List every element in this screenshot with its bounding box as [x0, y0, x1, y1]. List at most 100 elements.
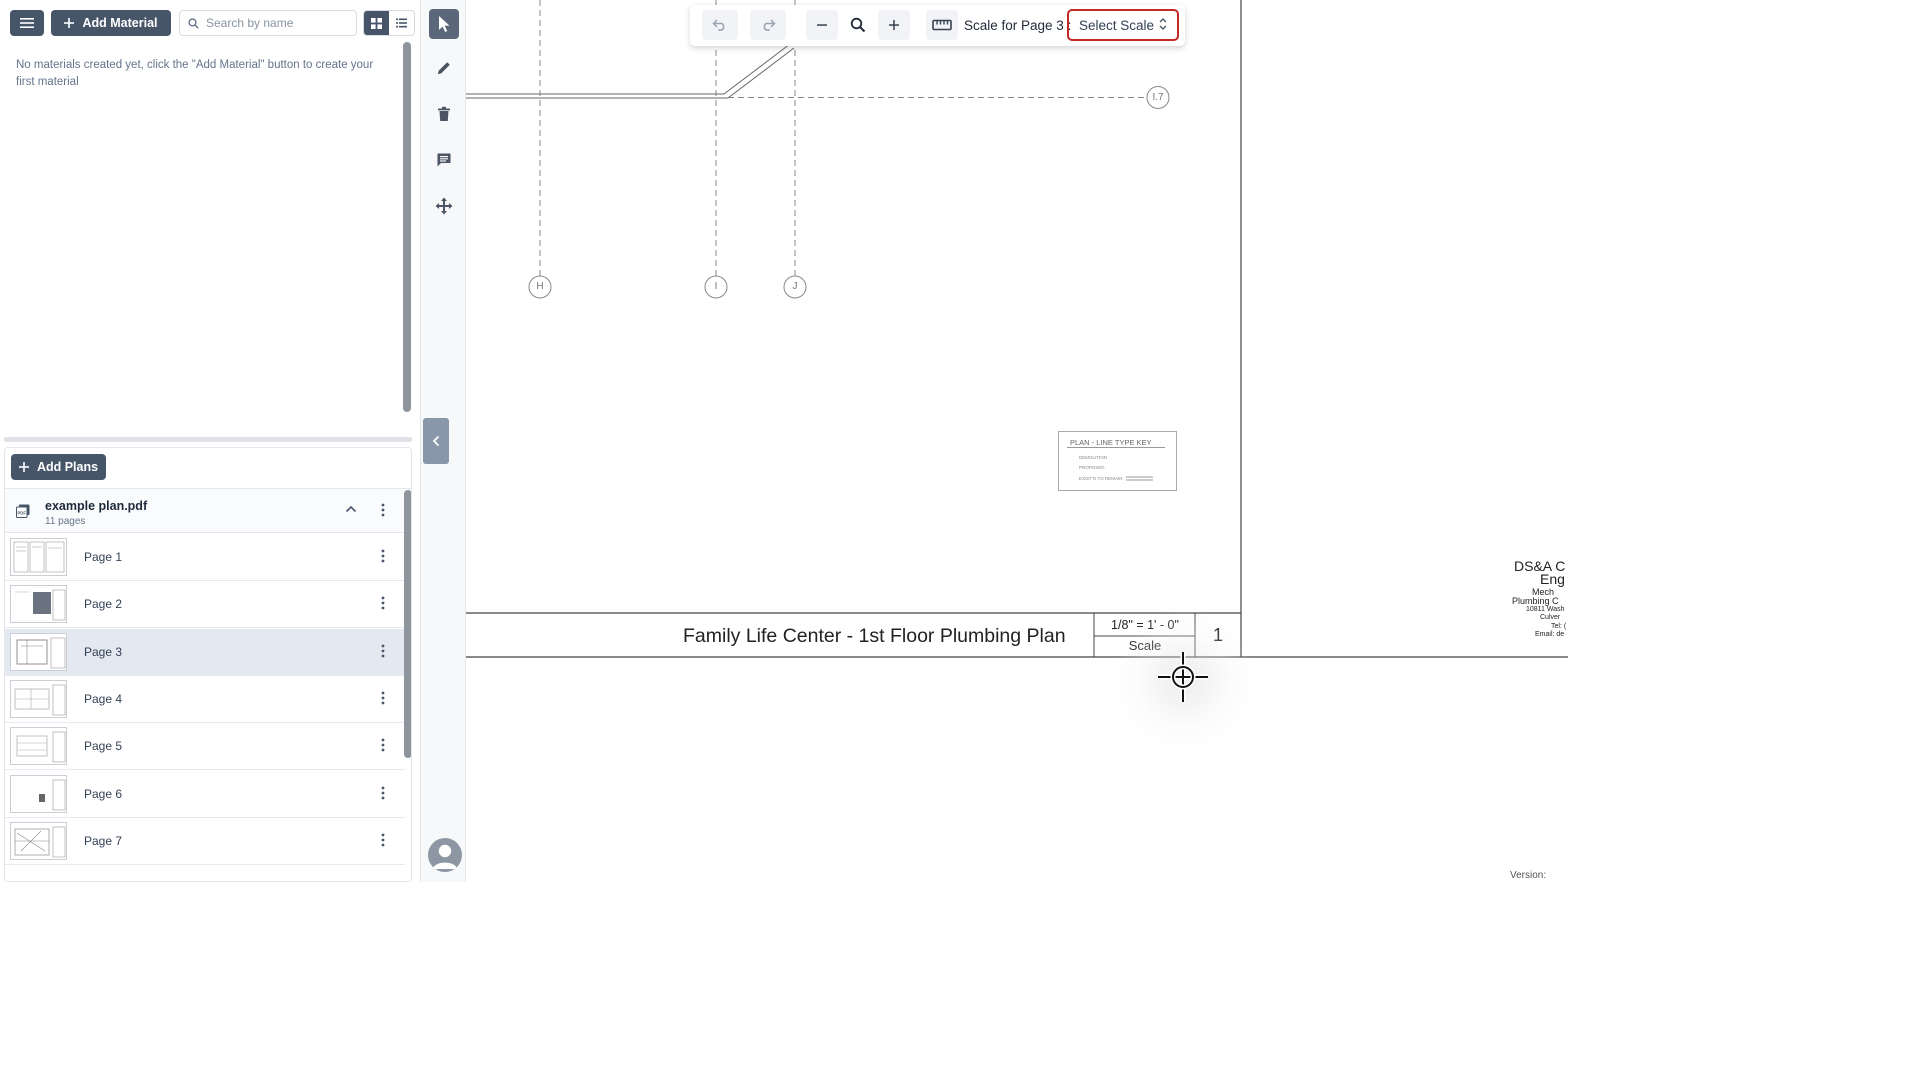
- plus-icon: [18, 462, 29, 472]
- select-tool-button[interactable]: [429, 9, 459, 39]
- line-type-legend: PLAN - LINE TYPE KEY DEMOLITION PROPOSED…: [1058, 431, 1177, 491]
- plus-icon: [889, 20, 899, 30]
- crosshair-cursor-icon: [1158, 652, 1208, 702]
- firm-line: Tel: (: [1551, 623, 1567, 630]
- plus-icon: [64, 18, 75, 28]
- panel-resize-handle[interactable]: [4, 437, 412, 442]
- firm-line: Culver: [1540, 614, 1561, 621]
- scale-select-value: Select Scale: [1079, 17, 1155, 33]
- more-vertical-icon[interactable]: [381, 833, 385, 847]
- search-box[interactable]: [179, 10, 357, 36]
- trash-icon: [438, 106, 450, 121]
- more-vertical-icon[interactable]: [381, 503, 385, 517]
- page-list-item[interactable]: Page 6: [5, 770, 405, 818]
- zoom-in-button[interactable]: [878, 10, 910, 40]
- materials-toolbar: Add Material: [10, 10, 415, 36]
- page-label: Page 6: [84, 786, 123, 801]
- move-tool-button[interactable]: [429, 191, 459, 221]
- search-input[interactable]: [206, 16, 356, 30]
- search-icon: [188, 17, 199, 29]
- legend-item: DEMOLITION: [1079, 455, 1108, 460]
- canvas-toolbar: Scale for Page 3 : Select Scale: [690, 5, 1185, 46]
- page-list-item[interactable]: Page 7: [5, 817, 405, 865]
- plan-canvas[interactable]: I.7 H I J PLAN - LINE TYPE KEY DEMOLITIO…: [466, 0, 1568, 882]
- legend-item: EXIST'G TO REMAIN: [1079, 476, 1123, 481]
- page-thumbnail: [10, 632, 67, 671]
- page-label: Page 1: [84, 550, 123, 564]
- list-icon: [396, 18, 407, 28]
- menu-button[interactable]: [10, 10, 44, 36]
- collapse-panel-button[interactable]: [423, 418, 449, 464]
- comment-tool-button[interactable]: [429, 145, 459, 175]
- scale-select[interactable]: Select Scale: [1067, 9, 1179, 41]
- user-avatar[interactable]: [428, 838, 462, 872]
- delete-tool-button[interactable]: [429, 99, 459, 129]
- pencil-icon: [438, 62, 450, 74]
- page-list-item[interactable]: Page 3: [5, 628, 405, 676]
- magnifier-icon: [850, 17, 866, 33]
- plans-scrollbar[interactable]: [404, 490, 411, 758]
- page-label: Page 4: [84, 691, 123, 706]
- list-view-toggle[interactable]: [389, 11, 414, 35]
- minus-icon: [817, 24, 827, 26]
- more-vertical-icon[interactable]: [381, 549, 385, 563]
- legend-title: PLAN - LINE TYPE KEY: [1070, 438, 1152, 447]
- page-thumbnail: [10, 727, 67, 766]
- page-list-item[interactable]: Page 5: [5, 723, 405, 771]
- scale-ruler-button[interactable]: [926, 10, 958, 40]
- page-thumbnail: [10, 538, 67, 576]
- more-vertical-icon[interactable]: [381, 786, 385, 800]
- add-plans-button[interactable]: Add Plans: [11, 454, 106, 480]
- zoom-reset-button[interactable]: [842, 10, 874, 40]
- more-vertical-icon[interactable]: [381, 691, 385, 705]
- plans-section: Add Plans PDF example plan.pdf 11 pages …: [4, 447, 412, 882]
- firm-line: Email: de: [1535, 631, 1565, 638]
- undo-button[interactable]: [702, 10, 738, 40]
- page-label: Page 5: [84, 739, 123, 754]
- pdf-file-name: example plan.pdf: [45, 499, 148, 513]
- page-label: Page 3: [84, 644, 123, 659]
- page-list-item[interactable]: Page 4: [5, 675, 405, 723]
- chevron-left-icon: [432, 435, 440, 447]
- grid-bubble-label: I.7: [1152, 92, 1164, 103]
- chevron-up-down-icon: [1159, 18, 1167, 30]
- more-vertical-icon[interactable]: [381, 644, 385, 658]
- user-icon: [433, 844, 457, 869]
- undo-icon: [712, 19, 725, 31]
- pdf-file-icon: PDF: [16, 504, 30, 518]
- grid-bubble-label: J: [792, 281, 798, 292]
- redo-button[interactable]: [750, 10, 786, 40]
- firm-line: Plumbing C: [1512, 596, 1559, 606]
- select-tool-icon: [439, 16, 450, 32]
- grid-icon: [371, 17, 382, 29]
- page-list-item[interactable]: Page 2: [5, 581, 405, 629]
- page-thumbnail: [10, 774, 67, 813]
- add-material-label: Add Material: [82, 16, 158, 30]
- materials-scrollbar[interactable]: [403, 42, 411, 412]
- svg-text:PDF: PDF: [18, 511, 27, 516]
- grid-view-toggle[interactable]: [364, 11, 389, 35]
- more-vertical-icon[interactable]: [381, 596, 385, 610]
- page-thumbnail: [10, 679, 67, 718]
- pdf-page-count: 11 pages: [45, 516, 86, 527]
- move-icon: [435, 197, 453, 215]
- version-text: Version: 1.1.0: [1510, 870, 1547, 882]
- plan-drawing: [466, 0, 1568, 658]
- more-vertical-icon[interactable]: [381, 738, 385, 752]
- page-thumbnail: [10, 821, 67, 860]
- draw-tool-button[interactable]: [429, 53, 459, 83]
- page-list-item[interactable]: Page 1: [5, 534, 405, 581]
- wall-line: [727, 47, 795, 99]
- page-thumbnail: [10, 585, 67, 624]
- divider: [1067, 447, 1165, 448]
- comment-icon: [437, 153, 451, 167]
- chevron-up-icon[interactable]: [345, 505, 357, 513]
- pdf-file-row[interactable]: PDF example plan.pdf 11 pages: [5, 489, 405, 533]
- scale-for-page-label: Scale for Page 3 :: [964, 18, 1072, 33]
- sheet-title: Family Life Center - 1st Floor Plumbing …: [683, 625, 1066, 647]
- hamburger-icon: [20, 18, 34, 28]
- zoom-out-button[interactable]: [806, 10, 838, 40]
- tool-rail: [420, 0, 466, 882]
- add-material-button[interactable]: Add Material: [51, 10, 171, 36]
- grid-bubble-label: H: [536, 281, 544, 292]
